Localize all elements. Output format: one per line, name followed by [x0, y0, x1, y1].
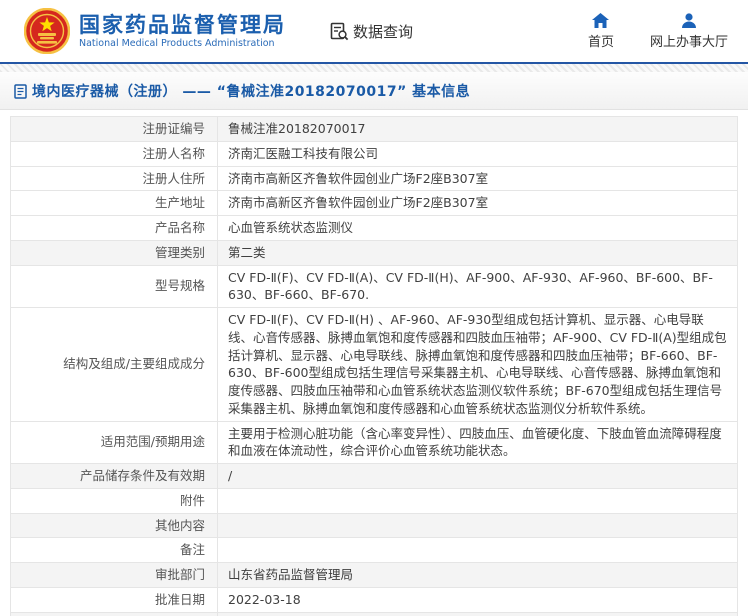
data-query-menu[interactable]: 数据查询 — [330, 21, 413, 42]
table-row: 产品名称心血管系统状态监测仪 — [11, 216, 738, 241]
org-name-cn: 国家药品监督管理局 — [79, 13, 286, 37]
row-label: 批准日期 — [11, 587, 218, 612]
row-label: 产品储存条件及有效期 — [11, 464, 218, 489]
row-value: 主要用于检测心脏功能（含心率变异性）、四肢血压、血管硬化度、下肢血管血流障碍程度… — [218, 421, 738, 464]
nav-item-label: 网上办事大厅 — [650, 31, 728, 50]
row-value: 济南汇医融工科技有限公司 — [218, 141, 738, 166]
table-row: 注册证编号鲁械注准20182070017 — [11, 117, 738, 142]
page-title-bar: 境内医疗器械（注册） —— “鲁械注准20182070017” 基本信息 — [0, 72, 748, 110]
table-row: 结构及组成/主要组成成分CV FD-Ⅱ(F)、CV FD-Ⅱ(H) 、AF-96… — [11, 308, 738, 422]
row-label: 生效日期 — [11, 612, 218, 616]
table-row: 生产地址济南市高新区齐鲁软件园创业广场F2座B307室 — [11, 191, 738, 216]
table-row: 生效日期 — [11, 612, 738, 616]
table-row: 批准日期2022-03-18 — [11, 587, 738, 612]
page-title: 境内医疗器械（注册） —— “鲁械注准20182070017” 基本信息 — [32, 81, 470, 101]
top-nav: 首页 网上办事大厅 — [578, 13, 728, 50]
row-value: 第二类 — [218, 240, 738, 265]
row-label: 审批部门 — [11, 563, 218, 588]
hatched-strip — [0, 64, 748, 72]
table-row: 附件 — [11, 488, 738, 513]
brand-text: 国家药品监督管理局 National Medical Products Admi… — [79, 13, 286, 49]
table-row: 管理类别第二类 — [11, 240, 738, 265]
table-row: 产品储存条件及有效期/ — [11, 464, 738, 489]
data-query-label: 数据查询 — [353, 21, 413, 42]
table-row: 注册人住所济南市高新区齐鲁软件园创业广场F2座B307室 — [11, 166, 738, 191]
row-value — [218, 513, 738, 538]
row-label: 注册人住所 — [11, 166, 218, 191]
row-value: / — [218, 464, 738, 489]
document-search-icon — [330, 22, 349, 41]
page-icon — [14, 84, 27, 99]
row-value — [218, 488, 738, 513]
table-row: 审批部门山东省药品监督管理局 — [11, 563, 738, 588]
home-icon — [592, 13, 609, 28]
national-emblem-icon — [24, 8, 70, 54]
org-name-en: National Medical Products Administration — [79, 38, 286, 49]
table-row: 注册人名称济南汇医融工科技有限公司 — [11, 141, 738, 166]
row-value: CV FD-Ⅱ(F)、CV FD-Ⅱ(A)、CV FD-Ⅱ(H)、AF-900、… — [218, 265, 738, 308]
row-label: 结构及组成/主要组成成分 — [11, 308, 218, 422]
row-value: 鲁械注准20182070017 — [218, 117, 738, 142]
row-value — [218, 538, 738, 563]
nav-item-label: 首页 — [588, 31, 614, 50]
row-value: 济南市高新区齐鲁软件园创业广场F2座B307室 — [218, 191, 738, 216]
info-table: 注册证编号鲁械注准20182070017注册人名称济南汇医融工科技有限公司注册人… — [10, 116, 738, 616]
nav-item-service-hall[interactable]: 网上办事大厅 — [650, 13, 728, 50]
table-row: 其他内容 — [11, 513, 738, 538]
row-label: 适用范围/预期用途 — [11, 421, 218, 464]
site-logo[interactable]: 国家药品监督管理局 National Medical Products Admi… — [24, 8, 286, 54]
row-label: 管理类别 — [11, 240, 218, 265]
site-header: 国家药品监督管理局 National Medical Products Admi… — [0, 0, 748, 62]
row-value: 山东省药品监督管理局 — [218, 563, 738, 588]
row-label: 生产地址 — [11, 191, 218, 216]
table-row: 备注 — [11, 538, 738, 563]
row-label: 产品名称 — [11, 216, 218, 241]
row-label: 备注 — [11, 538, 218, 563]
row-value: 2022-03-18 — [218, 587, 738, 612]
row-value: 济南市高新区齐鲁软件园创业广场F2座B307室 — [218, 166, 738, 191]
row-value — [218, 612, 738, 616]
row-label: 型号规格 — [11, 265, 218, 308]
row-label: 附件 — [11, 488, 218, 513]
table-row: 型号规格CV FD-Ⅱ(F)、CV FD-Ⅱ(A)、CV FD-Ⅱ(H)、AF-… — [11, 265, 738, 308]
row-label: 其他内容 — [11, 513, 218, 538]
row-label: 注册人名称 — [11, 141, 218, 166]
registration-info: 注册证编号鲁械注准20182070017注册人名称济南汇医融工科技有限公司注册人… — [10, 116, 738, 616]
table-row: 适用范围/预期用途主要用于检测心脏功能（含心率变异性）、四肢血压、血管硬化度、下… — [11, 421, 738, 464]
nav-item-home[interactable]: 首页 — [578, 13, 624, 50]
row-value: 心血管系统状态监测仪 — [218, 216, 738, 241]
row-label: 注册证编号 — [11, 117, 218, 142]
user-icon — [681, 13, 697, 28]
row-value: CV FD-Ⅱ(F)、CV FD-Ⅱ(H) 、AF-960、AF-930型组成包… — [218, 308, 738, 422]
